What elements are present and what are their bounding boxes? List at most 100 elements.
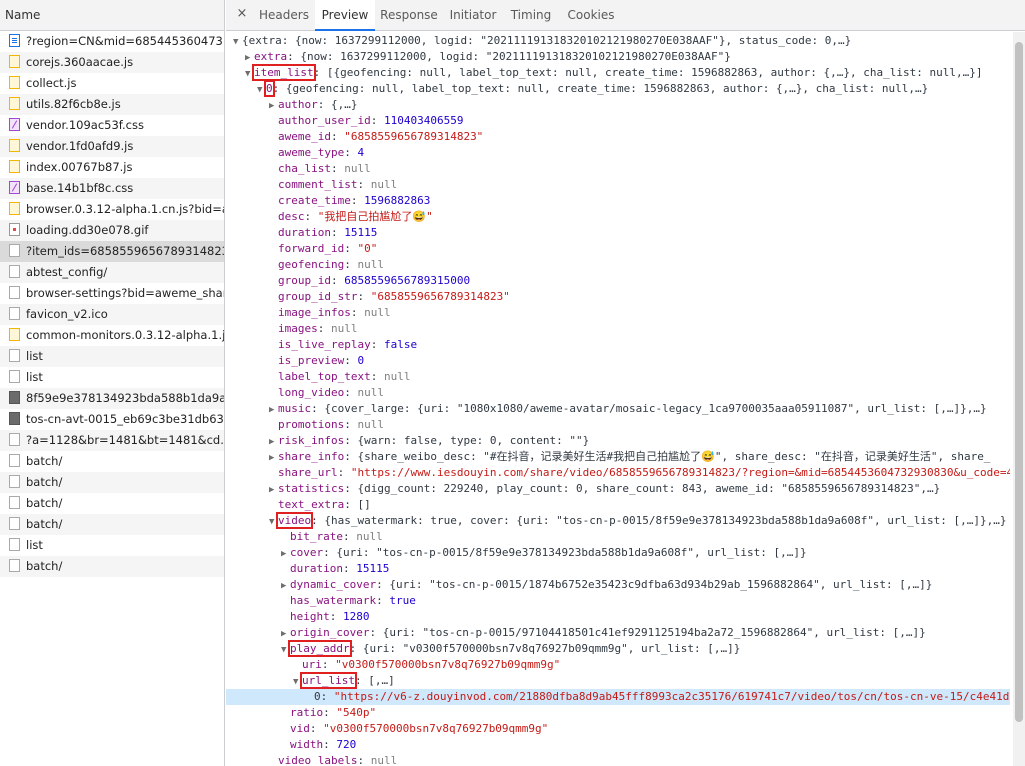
pic-file-icon	[9, 412, 20, 425]
json-value: :	[370, 370, 384, 383]
request-row[interactable]: loading.dd30e078.gif	[0, 220, 224, 241]
json-value: :	[344, 418, 358, 431]
request-row[interactable]: base.14b1bf8c.css	[0, 178, 224, 199]
request-row[interactable]: browser-settings?bid=aweme_share	[0, 283, 224, 304]
json-value: {extra: {now: 1637299112000, logid: "202…	[242, 34, 852, 47]
collapsed-triangle-icon[interactable]: ▶	[269, 402, 278, 418]
request-row[interactable]: batch/	[0, 556, 224, 577]
request-row[interactable]: list	[0, 535, 224, 556]
json-value: null	[364, 306, 391, 319]
request-row[interactable]: index.00767b87.js	[0, 157, 224, 178]
request-name: common-monitors.0.3.12-alpha.1.js	[26, 328, 224, 342]
blank-file-icon	[9, 475, 20, 488]
request-name: loading.dd30e078.gif	[26, 223, 149, 237]
expanded-triangle-icon[interactable]: ▼	[233, 34, 242, 50]
request-name: ?item_ids=6858559656789314823	[26, 244, 224, 258]
request-name: 8f59e9e378134923bda588b1da9a...	[26, 391, 224, 405]
request-row[interactable]: collect.js	[0, 73, 224, 94]
json-key: vid	[290, 722, 310, 735]
json-value: :	[317, 322, 331, 335]
tab-timing[interactable]: Timing	[503, 0, 559, 30]
json-key: aweme_type	[278, 146, 345, 159]
json-key: dynamic_cover	[290, 578, 377, 591]
json-key: origin_cover	[290, 626, 370, 639]
tab-initiator[interactable]: Initiator	[443, 0, 503, 30]
json-value: : {now: 1637299112000, logid: "202111191…	[287, 50, 731, 63]
collapsed-triangle-icon[interactable]: ▶	[269, 482, 278, 498]
json-value: : {,…}	[317, 98, 358, 111]
json-key: music	[278, 402, 312, 415]
request-name: favicon_v2.ico	[26, 307, 108, 321]
tab-preview[interactable]: Preview	[315, 0, 375, 31]
json-value: 720	[336, 738, 357, 751]
json-key: image_infos	[278, 306, 351, 319]
expanded-triangle-icon[interactable]: ▼	[293, 674, 302, 690]
collapsed-triangle-icon[interactable]: ▶	[281, 626, 290, 642]
tab-cookies[interactable]: Cookies	[559, 0, 623, 30]
js-file-icon	[9, 76, 20, 89]
request-row[interactable]: corejs.360aacae.js	[0, 52, 224, 73]
request-row[interactable]: list	[0, 367, 224, 388]
request-row[interactable]: batch/	[0, 451, 224, 472]
json-key: cover	[290, 546, 324, 559]
request-row[interactable]: 8f59e9e378134923bda588b1da9a...	[0, 388, 224, 409]
json-key: duration	[278, 226, 331, 239]
request-row[interactable]: ?region=CN&mid=685445360473...	[0, 31, 224, 52]
request-name: corejs.360aacae.js	[26, 55, 134, 69]
json-value: :	[323, 738, 337, 751]
json-key: images	[278, 322, 318, 335]
highlighted-json-key: play_addr	[288, 640, 352, 657]
request-row[interactable]: vendor.109ac53f.css	[0, 115, 224, 136]
json-value: "0"	[357, 242, 378, 255]
request-row[interactable]: abtest_config/	[0, 262, 224, 283]
pic-file-icon	[9, 391, 20, 404]
request-row[interactable]: list	[0, 346, 224, 367]
json-value: :	[330, 274, 345, 287]
collapsed-triangle-icon[interactable]: ▶	[281, 578, 290, 594]
scrollbar-thumb[interactable]	[1015, 42, 1023, 722]
json-value: null	[331, 322, 358, 335]
tab-response[interactable]: Response	[375, 0, 443, 30]
json-value: : {warn: false, type: 0, content: ""}	[344, 434, 590, 447]
request-name: vendor.109ac53f.css	[26, 118, 144, 132]
json-value: : {has_watermark: true, cover: {uri: "to…	[311, 514, 1007, 527]
json-value: 0	[357, 354, 365, 367]
close-icon[interactable]: ×	[235, 6, 249, 22]
request-name: batch/	[26, 559, 63, 573]
collapsed-triangle-icon[interactable]: ▶	[281, 546, 290, 562]
request-row[interactable]: batch/	[0, 493, 224, 514]
request-row[interactable]: browser.0.3.12-alpha.1.cn.js?bid=a...	[0, 199, 224, 220]
collapsed-triangle-icon[interactable]: ▶	[269, 434, 278, 450]
request-row[interactable]: common-monitors.0.3.12-alpha.1.js	[0, 325, 224, 346]
json-value: :	[330, 162, 345, 175]
json-value: :	[344, 386, 358, 399]
request-row[interactable]: batch/	[0, 514, 224, 535]
collapsed-triangle-icon[interactable]: ▶	[269, 98, 278, 114]
json-value: :	[330, 130, 345, 143]
request-row[interactable]: ?item_ids=6858559656789314823	[0, 241, 224, 262]
request-row[interactable]: vendor.1fd0afd9.js	[0, 136, 224, 157]
json-value: :	[344, 242, 358, 255]
request-row[interactable]: ?a=1128&br=1481&bt=1481&cd...	[0, 430, 224, 451]
collapsed-triangle-icon[interactable]: ▶	[269, 450, 278, 466]
request-name: ?region=CN&mid=685445360473...	[26, 34, 224, 48]
expanded-triangle-icon[interactable]: ▼	[269, 514, 278, 530]
json-value: : [,…]	[354, 674, 395, 687]
request-row[interactable]: favicon_v2.ico	[0, 304, 224, 325]
json-value: :	[342, 562, 357, 575]
json-key: text_extra	[278, 498, 345, 511]
expanded-triangle-icon[interactable]: ▼	[257, 82, 266, 98]
vertical-scrollbar[interactable]	[1013, 32, 1025, 766]
collapsed-triangle-icon[interactable]: ▶	[245, 50, 254, 66]
request-name: list	[26, 349, 43, 363]
expanded-triangle-icon[interactable]: ▼	[245, 66, 254, 82]
expanded-triangle-icon[interactable]: ▼	[281, 642, 290, 658]
request-row[interactable]: tos-cn-avt-0015_eb69c3be31db63...	[0, 409, 224, 430]
img-file-icon	[9, 223, 20, 236]
request-row[interactable]: utils.82f6cb8e.js	[0, 94, 224, 115]
request-row[interactable]: batch/	[0, 472, 224, 493]
request-name: vendor.1fd0afd9.js	[26, 139, 134, 153]
tab-headers[interactable]: Headers	[253, 0, 315, 30]
json-key: group_id	[278, 274, 331, 287]
name-column-header[interactable]: Name	[0, 0, 224, 31]
